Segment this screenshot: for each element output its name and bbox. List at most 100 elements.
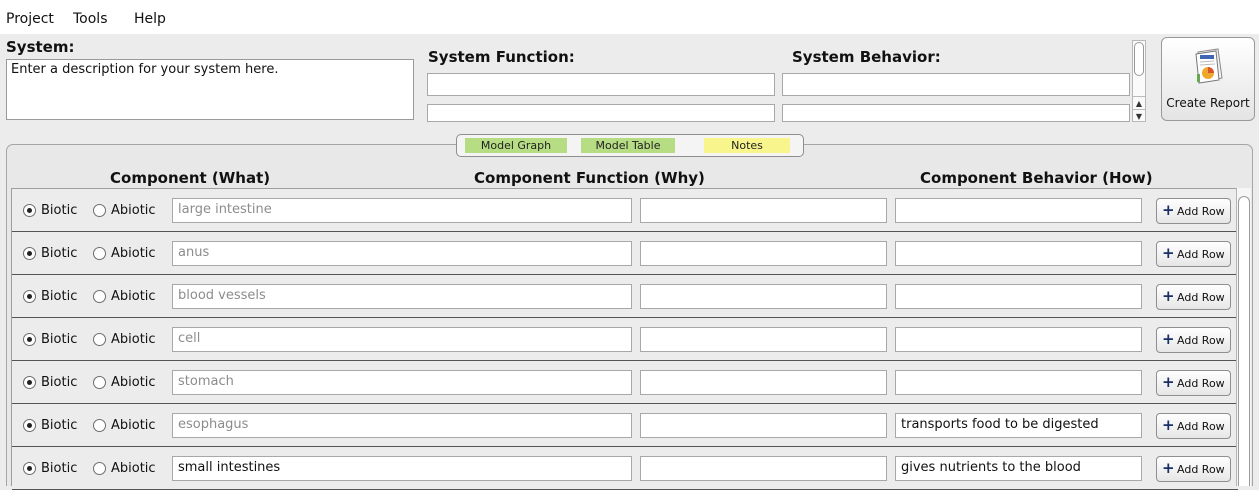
biotic-radio[interactable] — [23, 419, 36, 432]
component-field[interactable]: blood vessels — [172, 284, 632, 309]
add-row-button[interactable]: + Add Row — [1156, 198, 1231, 224]
create-report-label: Create Report — [1166, 96, 1250, 110]
component-function-field[interactable] — [640, 327, 887, 352]
tab-model-graph[interactable]: Model Graph — [465, 138, 567, 153]
biotic-label: Biotic — [41, 461, 78, 476]
plus-icon: + — [1162, 244, 1175, 262]
abiotic-radio[interactable] — [93, 247, 106, 260]
biotic-label: Biotic — [41, 289, 78, 304]
biotic-label: Biotic — [41, 375, 78, 390]
plus-icon: + — [1162, 416, 1175, 434]
table-row: Biotic Abiotic esophagus transports food to… — [12, 404, 1238, 447]
table-row: Biotic Abiotic anus + Add Row — [12, 232, 1238, 275]
tab-notes-label: Notes — [731, 139, 763, 152]
abiotic-label: Abiotic — [111, 289, 156, 304]
biotic-radio[interactable] — [23, 462, 36, 475]
tab-model-graph-label: Model Graph — [480, 139, 552, 152]
add-row-label: Add Row — [1177, 377, 1225, 390]
create-report-button[interactable]: Create Report — [1161, 37, 1255, 121]
menu-help[interactable]: Help — [134, 11, 166, 27]
system-function-label: System Function: — [428, 48, 575, 66]
header-behavior: Component Behavior (How) — [920, 169, 1153, 187]
table-row: Biotic Abiotic stomach + Add Row — [12, 361, 1238, 404]
add-row-label: Add Row — [1177, 334, 1225, 347]
scroll-down-icon[interactable]: ▼ — [1133, 109, 1145, 123]
component-behavior-field[interactable] — [895, 284, 1142, 309]
component-field[interactable]: anus — [172, 241, 632, 266]
biotic-radio[interactable] — [23, 204, 36, 217]
table-row: Biotic Abiotic large intestine + Add Row — [12, 189, 1238, 232]
component-field[interactable]: stomach — [172, 370, 632, 395]
plus-icon: + — [1162, 287, 1175, 305]
abiotic-radio[interactable] — [93, 333, 106, 346]
abiotic-radio[interactable] — [93, 419, 106, 432]
biotic-radio[interactable] — [23, 333, 36, 346]
component-function-field[interactable] — [640, 413, 887, 438]
component-behavior-field[interactable] — [895, 370, 1142, 395]
add-row-button[interactable]: + Add Row — [1156, 370, 1231, 396]
system-description-field[interactable]: Enter a description for your system here… — [6, 59, 414, 120]
header-function: Component Function (Why) — [474, 169, 705, 187]
component-function-field[interactable] — [640, 370, 887, 395]
add-row-label: Add Row — [1177, 248, 1225, 261]
menu-project[interactable]: Project — [6, 11, 54, 27]
abiotic-radio[interactable] — [93, 462, 106, 475]
system-behavior-field-1[interactable] — [782, 73, 1130, 96]
add-row-label: Add Row — [1177, 463, 1225, 476]
abiotic-radio[interactable] — [93, 290, 106, 303]
add-row-button[interactable]: + Add Row — [1156, 413, 1231, 439]
header-component: Component (What) — [110, 169, 271, 187]
tab-model-table-label: Model Table — [595, 139, 661, 152]
biotic-label: Biotic — [41, 246, 78, 261]
abiotic-radio[interactable] — [93, 376, 106, 389]
plus-icon: + — [1162, 373, 1175, 391]
table-row: Biotic Abiotic small intestines gives nutri… — [12, 447, 1238, 490]
system-behavior-label: System Behavior: — [792, 48, 941, 66]
component-function-field[interactable] — [640, 241, 887, 266]
add-row-button[interactable]: + Add Row — [1156, 456, 1231, 482]
biotic-radio[interactable] — [23, 290, 36, 303]
plus-icon: + — [1162, 459, 1175, 477]
add-row-button[interactable]: + Add Row — [1156, 284, 1231, 310]
menu-bar: Project Tools Help — [0, 0, 1259, 34]
component-behavior-field[interactable]: transports food to be digested — [895, 413, 1142, 438]
system-behavior-field-2[interactable] — [782, 104, 1130, 122]
component-field[interactable]: cell — [172, 327, 632, 352]
abiotic-label: Abiotic — [111, 375, 156, 390]
component-function-field[interactable] — [640, 284, 887, 309]
component-behavior-field[interactable] — [895, 241, 1142, 266]
system-scrollbar[interactable]: ▲ ▼ — [1132, 40, 1146, 122]
component-function-field[interactable] — [640, 198, 887, 223]
scroll-up-icon[interactable]: ▲ — [1133, 96, 1145, 110]
component-function-field[interactable] — [640, 456, 887, 481]
add-row-button[interactable]: + Add Row — [1156, 327, 1231, 353]
component-field[interactable]: small intestines — [172, 456, 632, 481]
system-scroll-thumb[interactable] — [1134, 42, 1144, 76]
component-behavior-field[interactable] — [895, 327, 1142, 352]
table-row: Biotic Abiotic blood vessels + Add Row — [12, 275, 1238, 318]
system-function-field-2[interactable] — [427, 104, 775, 122]
table-scrollbar[interactable] — [1236, 188, 1251, 486]
component-behavior-field[interactable]: gives nutrients to the blood — [895, 456, 1142, 481]
component-field[interactable]: large intestine — [172, 198, 632, 223]
component-behavior-field[interactable] — [895, 198, 1142, 223]
abiotic-label: Abiotic — [111, 332, 156, 347]
abiotic-label: Abiotic — [111, 246, 156, 261]
table-row: Biotic Abiotic cell + Add Row — [12, 318, 1238, 361]
component-field[interactable]: esophagus — [172, 413, 632, 438]
table-scroll-thumb[interactable] — [1238, 196, 1250, 486]
tab-notes[interactable]: Notes — [704, 138, 790, 153]
plus-icon: + — [1162, 330, 1175, 348]
tab-model-table[interactable]: Model Table — [581, 138, 675, 153]
report-document-icon — [1195, 48, 1223, 84]
abiotic-radio[interactable] — [93, 204, 106, 217]
add-row-button[interactable]: + Add Row — [1156, 241, 1231, 267]
biotic-label: Biotic — [41, 418, 78, 433]
view-tabs: Model Graph Model Table Notes — [456, 134, 804, 157]
menu-tools[interactable]: Tools — [73, 11, 108, 27]
system-label: System: — [6, 38, 75, 56]
component-rows: Biotic Abiotic large intestine + Add Row Biot… — [11, 188, 1239, 490]
system-function-field-1[interactable] — [427, 73, 775, 96]
biotic-radio[interactable] — [23, 247, 36, 260]
biotic-radio[interactable] — [23, 376, 36, 389]
